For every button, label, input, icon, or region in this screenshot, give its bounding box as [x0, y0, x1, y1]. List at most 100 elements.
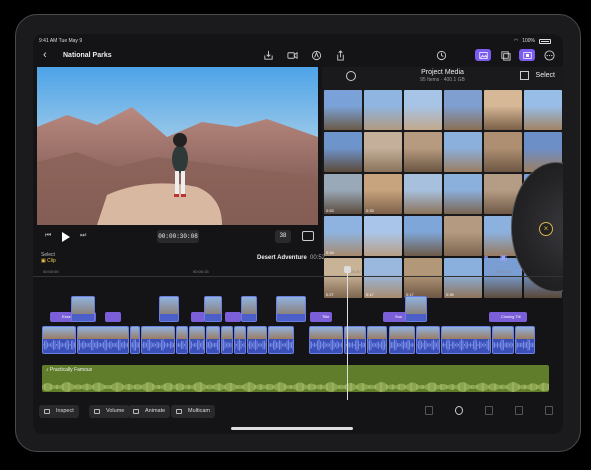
- primary-clip[interactable]: [176, 326, 188, 354]
- detach-icon[interactable]: [515, 406, 523, 415]
- broll-clip[interactable]: [241, 296, 257, 322]
- primary-clip[interactable]: [189, 326, 205, 354]
- primary-clip[interactable]: [206, 326, 220, 354]
- photo-browser-button[interactable]: [475, 49, 491, 61]
- media-thumbnail[interactable]: [364, 132, 402, 172]
- media-thumbnail[interactable]: [404, 174, 442, 214]
- primary-clip[interactable]: [141, 326, 175, 354]
- browser-select-button[interactable]: Select: [536, 72, 555, 79]
- primary-clip[interactable]: [492, 326, 514, 354]
- media-thumbnail[interactable]: [444, 90, 482, 130]
- home-indicator: [231, 427, 353, 430]
- voiceover-icon[interactable]: [310, 49, 322, 61]
- broll-clip-label: [277, 314, 305, 321]
- primary-clip[interactable]: [367, 326, 387, 354]
- status-time-date: 9:41 AM Tue May 9: [39, 38, 83, 44]
- primary-clip[interactable]: [77, 326, 129, 354]
- multicam-icon: [176, 409, 182, 414]
- broll-clip[interactable]: [276, 296, 306, 322]
- primary-clip[interactable]: [515, 326, 535, 354]
- primary-clip[interactable]: [441, 326, 491, 354]
- primary-clip[interactable]: [221, 326, 233, 354]
- playhead[interactable]: [347, 266, 348, 400]
- inspect-button[interactable]: Inspect: [39, 405, 79, 418]
- media-thumbnail[interactable]: [444, 174, 482, 214]
- primary-clip[interactable]: [416, 326, 440, 354]
- media-thumbnail[interactable]: [484, 90, 522, 130]
- project-title: National Parks: [63, 51, 112, 59]
- media-thumbnail[interactable]: 0:53: [324, 174, 362, 214]
- inspect-icon: [44, 409, 50, 414]
- viewer-fit-icon[interactable]: [302, 231, 314, 241]
- broll-clip[interactable]: [204, 296, 222, 322]
- media-thumbnail[interactable]: [404, 132, 442, 172]
- clip-waveform: [177, 340, 187, 350]
- clip-waveform: [235, 339, 245, 351]
- media-thumbnail[interactable]: [324, 132, 362, 172]
- history-icon[interactable]: [435, 49, 447, 61]
- broll-clip[interactable]: [159, 296, 179, 322]
- media-thumbnail[interactable]: 0:33: [364, 174, 402, 214]
- clip-waveform: [417, 339, 439, 351]
- media-thumbnail[interactable]: [524, 90, 562, 130]
- thumbnail-duration: 0:27: [326, 292, 334, 297]
- title-clip[interactable]: Sun: [383, 312, 407, 322]
- multicam-button[interactable]: Multicam: [171, 405, 216, 418]
- media-thumbnail[interactable]: [324, 90, 362, 130]
- split-icon[interactable]: [485, 406, 493, 415]
- skip-back-icon[interactable]: ⏮: [45, 232, 51, 240]
- layers-icon[interactable]: [499, 49, 511, 61]
- zoom-level[interactable]: 38: [275, 230, 291, 243]
- volume-button[interactable]: Volume: [89, 405, 130, 418]
- primary-clip[interactable]: [130, 326, 140, 354]
- delete-icon[interactable]: [425, 406, 433, 415]
- timeline-header: Select ▣ Clip Desert Adventure 00:52 ⚭ ▣: [33, 250, 563, 266]
- title-clip[interactable]: [191, 312, 205, 322]
- playhead-handle[interactable]: [344, 266, 351, 273]
- camera-icon[interactable]: [286, 49, 298, 61]
- primary-clip[interactable]: [268, 326, 294, 354]
- clip-mode-label[interactable]: ▣ Clip: [41, 258, 56, 264]
- title-clip[interactable]: Title: [310, 312, 332, 322]
- transport-bar: ⏮ ⏭ 00:00:30:08 38: [37, 225, 318, 249]
- snapshot-icon[interactable]: ▣: [499, 253, 507, 262]
- skip-forward-icon[interactable]: ⏭: [80, 232, 86, 240]
- primary-clip[interactable]: [389, 326, 415, 354]
- music-clip[interactable]: ♪ Practically Famous: [42, 365, 549, 392]
- playhead-timecode[interactable]: 00:00:30:08: [157, 230, 199, 243]
- link-icon[interactable]: ⚭: [483, 253, 490, 262]
- jog-close-icon[interactable]: ×: [539, 222, 553, 236]
- broll-clip[interactable]: [405, 296, 427, 322]
- duplicate-icon[interactable]: [545, 406, 553, 415]
- video-viewer[interactable]: [37, 67, 318, 225]
- volume-icon: [94, 409, 100, 414]
- viewer-toggle-button[interactable]: [519, 49, 535, 61]
- back-chevron-icon[interactable]: ‹: [43, 49, 53, 61]
- battery-icon: [539, 38, 551, 44]
- title-clip[interactable]: [225, 312, 241, 322]
- broll-clip-label: [72, 314, 94, 321]
- title-clip[interactable]: Closing Titl: [489, 312, 527, 322]
- grid-view-icon[interactable]: [520, 71, 529, 80]
- timeline-tools: ⚭ ▣: [483, 253, 507, 262]
- media-thumbnail[interactable]: [444, 132, 482, 172]
- timeline-ruler[interactable]: 00:00:00 00:00:15 00:00:30 00:00:45: [33, 267, 563, 277]
- play-icon[interactable]: [61, 231, 71, 243]
- ruler-tick-label: 00:00:15: [193, 269, 209, 274]
- done-check-icon[interactable]: [455, 406, 463, 415]
- primary-clip[interactable]: [247, 326, 267, 354]
- status-right: ◠ 100%: [514, 38, 551, 44]
- title-clip[interactable]: [105, 312, 121, 322]
- broll-clip[interactable]: [71, 296, 95, 322]
- primary-clip[interactable]: [234, 326, 246, 354]
- media-thumbnail[interactable]: [484, 132, 522, 172]
- primary-clip[interactable]: [42, 326, 76, 354]
- media-thumbnail[interactable]: [364, 90, 402, 130]
- more-options-icon[interactable]: [543, 49, 555, 61]
- animate-button[interactable]: Animate: [128, 405, 171, 418]
- media-thumbnail[interactable]: [404, 90, 442, 130]
- share-icon[interactable]: [334, 49, 346, 61]
- primary-clip[interactable]: [309, 326, 343, 354]
- export-icon[interactable]: [262, 49, 274, 61]
- broll-clip-label: [242, 314, 256, 321]
